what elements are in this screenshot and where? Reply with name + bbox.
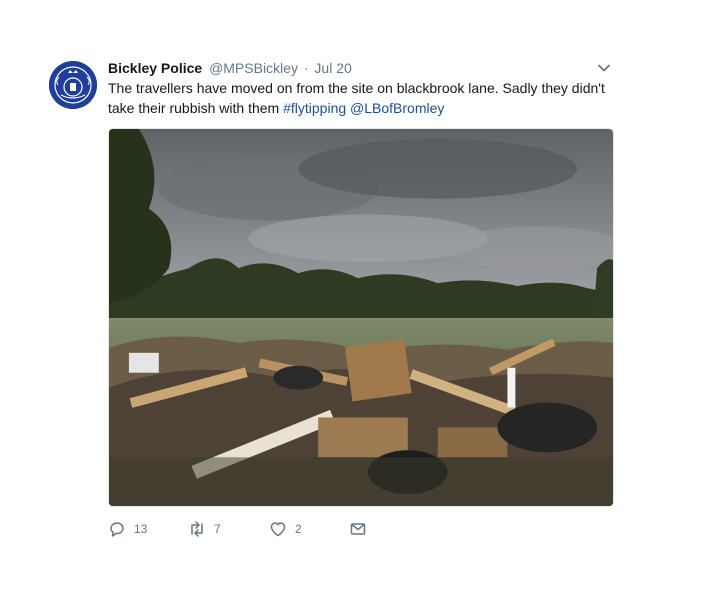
flytipping-photo [109,129,613,506]
separator: · [303,60,309,76]
police-crest-icon [49,61,97,109]
retweet-count: 7 [214,522,221,536]
direct-message-button[interactable] [349,518,367,540]
envelope-icon [350,523,366,535]
author-handle[interactable]: @MPSBickley [209,60,298,76]
tweet-date[interactable]: Jul 20 [314,60,351,76]
tweet-photo[interactable] [108,128,614,507]
like-button[interactable]: 2 [269,518,302,540]
heart-icon [270,522,286,537]
tweet-text: The travellers have moved on from the si… [108,78,608,118]
author-name[interactable]: Bickley Police [108,60,202,76]
reply-icon [110,522,124,537]
hashtag-link[interactable]: #flytipping [283,100,346,116]
retweet-button[interactable]: 7 [188,518,221,540]
tweet-header: Bickley Police @MPSBickley · Jul 20 [108,59,352,77]
retweet-icon [191,521,203,537]
reply-button[interactable]: 13 [108,518,147,540]
tweet-menu-button[interactable] [596,61,612,75]
like-count: 2 [295,522,302,536]
chevron-down-icon [598,64,610,72]
mention-link[interactable]: @LBofBromley [350,100,444,116]
avatar[interactable] [49,61,97,109]
reply-count: 13 [134,522,148,536]
tweet: Bickley Police @MPSBickley · Jul 20 The … [0,0,704,601]
